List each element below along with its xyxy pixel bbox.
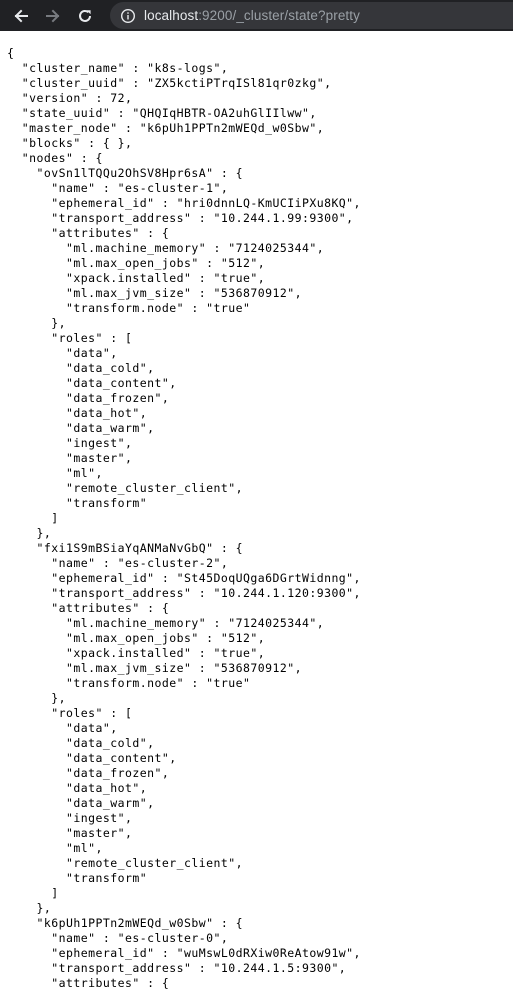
- json-line: "k6pUh1PPTn2mWEQd_w0Sbw" : {: [7, 916, 243, 930]
- json-line: "fxi1S9mBSiaYqANMaNvGbQ" : {: [7, 541, 243, 555]
- json-line: "name" : "es-cluster-2",: [7, 556, 229, 570]
- json-line: "roles" : [: [7, 706, 133, 720]
- json-line: "ml.machine_memory" : "7124025344",: [7, 616, 325, 630]
- json-line: "attributes" : {: [7, 226, 170, 240]
- json-line: "transport_address" : "10.244.1.120:9300…: [7, 586, 361, 600]
- json-line: "xpack.installed" : "true",: [7, 271, 266, 285]
- json-line: "transform.node" : "true": [7, 676, 251, 690]
- json-line: "master_node" : "k6pUh1PPTn2mWEQd_w0Sbw"…: [7, 121, 325, 135]
- json-line: "attributes" : {: [7, 976, 170, 990]
- json-line: "ingest",: [7, 436, 133, 450]
- reload-icon: [79, 9, 91, 22]
- json-line: "data_cold",: [7, 361, 155, 375]
- json-line: {: [7, 46, 15, 60]
- address-bar[interactable]: localhost:9200/_cluster/state?pretty: [110, 2, 513, 29]
- json-line: "attributes" : {: [7, 601, 170, 615]
- json-line: "ml.max_jvm_size" : "536870912",: [7, 661, 302, 675]
- address-url[interactable]: localhost:9200/_cluster/state?pretty: [144, 8, 360, 23]
- arrow-right-icon: [46, 9, 60, 22]
- json-line: "data_cold",: [7, 736, 155, 750]
- json-line: "data_content",: [7, 751, 177, 765]
- json-response-body: { "cluster_name" : "k8s-logs", "cluster_…: [0, 46, 513, 991]
- json-line: "ml.max_open_jobs" : "512",: [7, 631, 266, 645]
- json-line: "master",: [7, 826, 133, 840]
- json-line: "data",: [7, 721, 118, 735]
- json-line: "data",: [7, 346, 118, 360]
- back-button[interactable]: [5, 0, 37, 31]
- json-line: "data_warm",: [7, 796, 155, 810]
- json-line: "name" : "es-cluster-1",: [7, 181, 229, 195]
- json-line: "data_frozen",: [7, 766, 170, 780]
- json-line: "ephemeral_id" : "St45DoqUQga6DGrtWidnng…: [7, 571, 361, 585]
- json-line: "ml",: [7, 466, 103, 480]
- json-line: "nodes" : {: [7, 151, 103, 165]
- json-line: },: [7, 901, 52, 915]
- json-line: "data_hot",: [7, 406, 148, 420]
- json-line: "ephemeral_id" : "wuMswL0dRXiw0ReAtow91w…: [7, 946, 361, 960]
- json-line: "ingest",: [7, 811, 133, 825]
- json-line: "data_warm",: [7, 421, 155, 435]
- json-line: "data_content",: [7, 376, 177, 390]
- json-line: "remote_cluster_client",: [7, 856, 243, 870]
- json-line: "master",: [7, 451, 133, 465]
- url-host: localhost: [144, 8, 199, 23]
- arrow-left-icon: [14, 9, 28, 22]
- json-line: "data_hot",: [7, 781, 148, 795]
- json-line: },: [7, 691, 66, 705]
- json-line: "ml.max_jvm_size" : "536870912",: [7, 286, 302, 300]
- json-line: ]: [7, 511, 59, 525]
- reload-button[interactable]: [69, 0, 101, 31]
- json-line: "name" : "es-cluster-0",: [7, 931, 229, 945]
- json-line: "roles" : [: [7, 331, 133, 345]
- json-line: "transport_address" : "10.244.1.5:9300",: [7, 961, 347, 975]
- json-line: "data_frozen",: [7, 391, 170, 405]
- json-line: "transform.node" : "true": [7, 301, 251, 315]
- json-line: },: [7, 526, 52, 540]
- json-line: "ovSn1lTQQu2OhSV8Hpr6sA" : {: [7, 166, 243, 180]
- json-line: "ephemeral_id" : "hri0dnnLQ-KmUCIiPXu8KQ…: [7, 196, 361, 210]
- json-line: "transform": [7, 871, 148, 885]
- browser-toolbar: localhost:9200/_cluster/state?pretty: [0, 0, 513, 31]
- json-line: },: [7, 316, 66, 330]
- json-line: "version" : 72,: [7, 91, 133, 105]
- json-line: "xpack.installed" : "true",: [7, 646, 266, 660]
- json-line: "ml.machine_memory" : "7124025344",: [7, 241, 325, 255]
- info-icon[interactable]: [120, 8, 136, 24]
- json-line: "cluster_uuid" : "ZX5kctiPTrqISl81qr0zkg…: [7, 76, 332, 90]
- json-line: ]: [7, 886, 59, 900]
- forward-button[interactable]: [37, 0, 69, 31]
- json-line: "ml",: [7, 841, 103, 855]
- json-line: "ml.max_open_jobs" : "512",: [7, 256, 266, 270]
- json-line: "remote_cluster_client",: [7, 481, 243, 495]
- json-line: "state_uuid" : "QHQIqHBTR-OA2uhGlIIlww",: [7, 106, 317, 120]
- json-line: "blocks" : { },: [7, 136, 133, 150]
- url-path: :9200/_cluster/state?pretty: [198, 8, 360, 23]
- json-line: "transport_address" : "10.244.1.99:9300"…: [7, 211, 354, 225]
- json-line: "transform": [7, 496, 148, 510]
- json-line: "cluster_name" : "k8s-logs",: [7, 61, 229, 75]
